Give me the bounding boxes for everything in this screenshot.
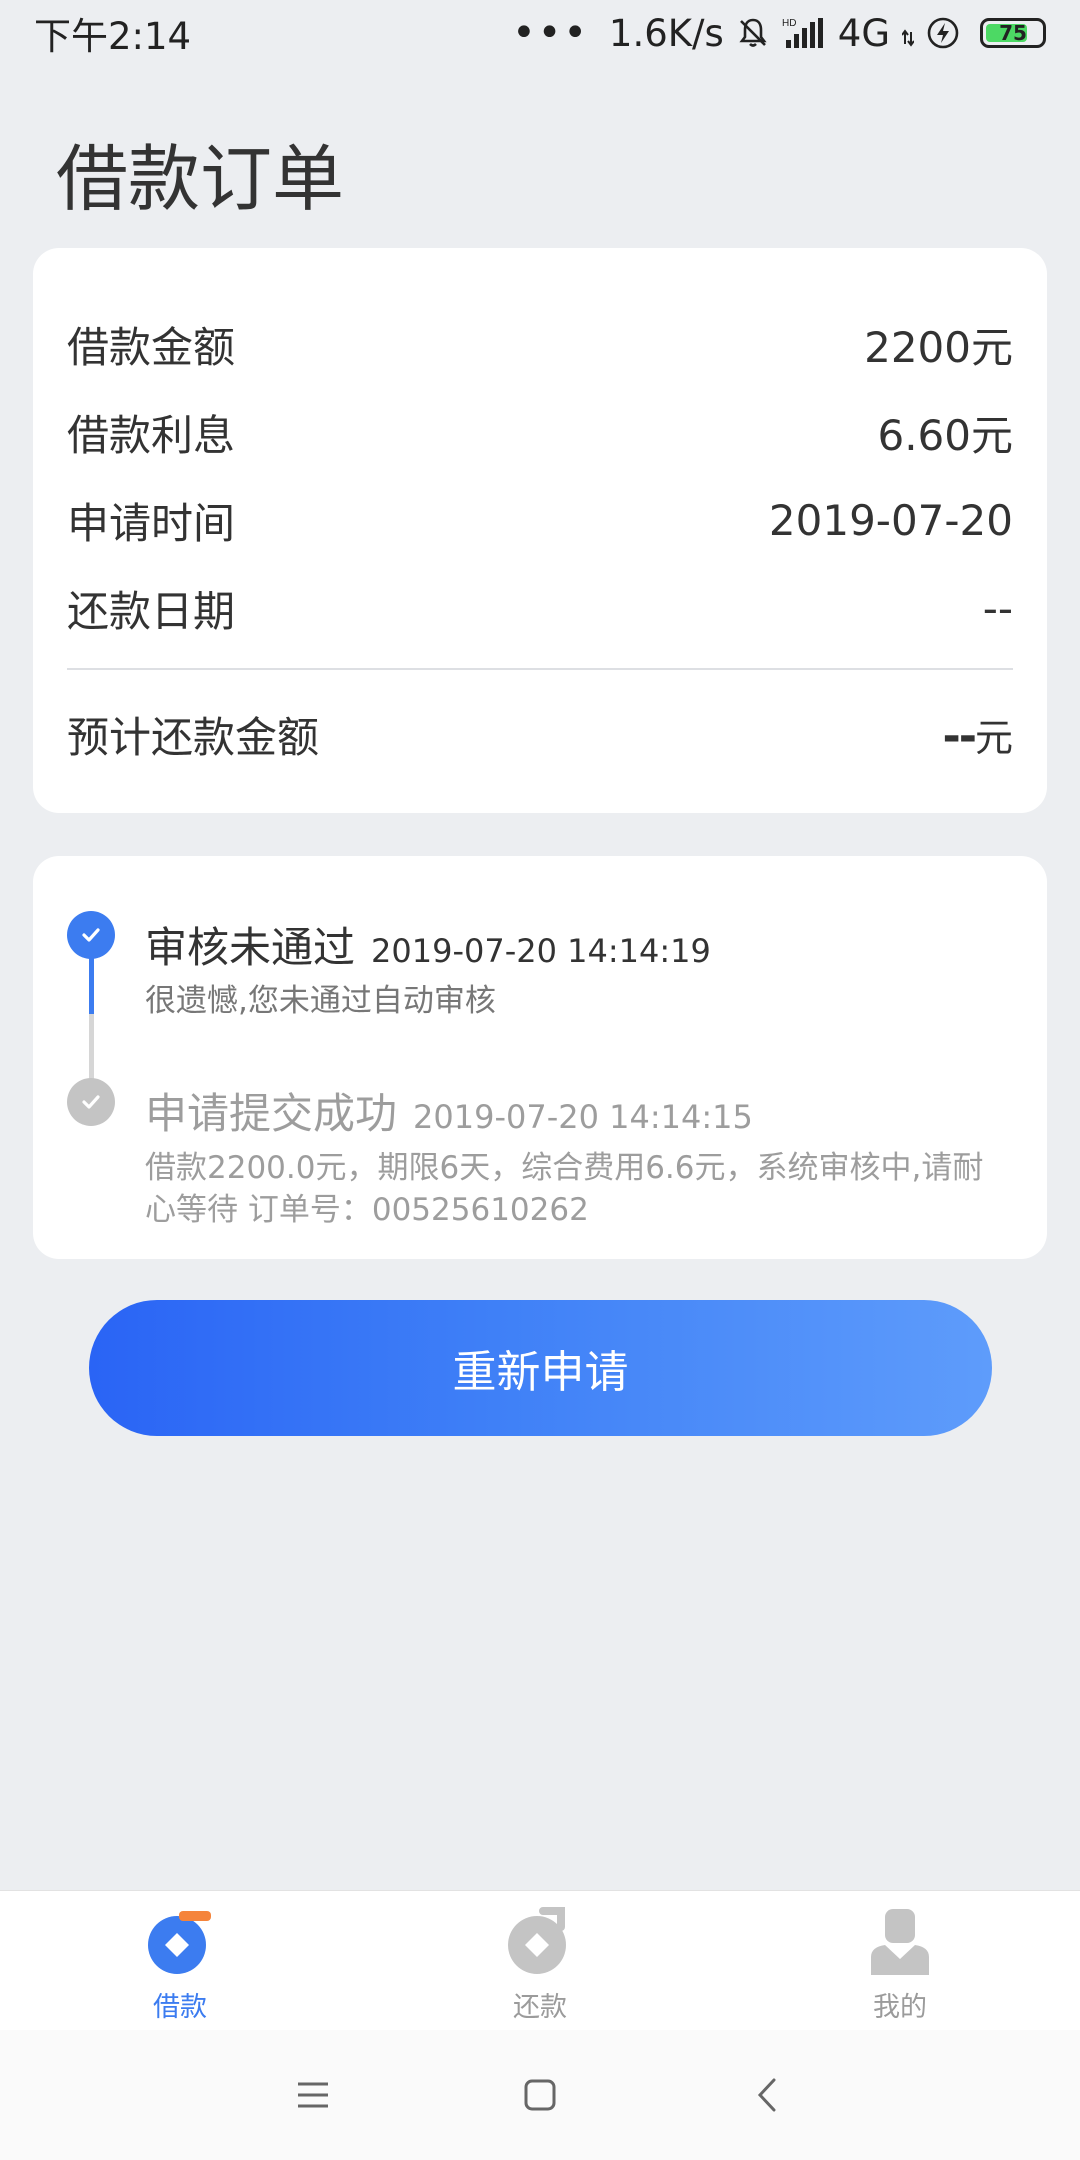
repay-date-label: 还款日期: [67, 586, 236, 636]
timeline-status-desc: 很遗憾,您未通过自动审核: [145, 983, 496, 1019]
hd-signal-icon: HD: [782, 16, 826, 50]
timeline-check-icon-active: [67, 911, 115, 959]
timeline-line-inactive: [89, 1014, 94, 1080]
nav-label-profile: 我的: [873, 1992, 927, 2023]
back-button[interactable]: [727, 2055, 807, 2135]
timeline-status-title: 审核未通过: [145, 923, 356, 972]
expected-repay-label: 预计还款金额: [67, 712, 320, 762]
nav-tab-loan[interactable]: 借款: [0, 1891, 360, 2030]
timeline-item-submitted-header: 申请提交成功 2019-07-20 14:14:15: [145, 1080, 753, 1141]
interest-label: 借款利息: [67, 410, 236, 460]
more-notifications-icon: •••: [512, 10, 589, 56]
battery-icon: 75: [980, 18, 1046, 48]
status-time: 下午2:14: [34, 15, 192, 58]
nav-tab-repay[interactable]: 还款: [360, 1891, 720, 2030]
home-button[interactable]: [500, 2055, 580, 2135]
bottom-nav: 借款 还款 我的: [0, 1890, 1080, 2030]
order-timeline-card: 审核未通过 2019-07-20 14:14:19 很遗憾,您未通过自动审核 申…: [33, 856, 1047, 1259]
mute-bell-icon: [736, 16, 770, 50]
timeline-status-time: 2019-07-20 14:14:19: [371, 932, 711, 970]
timeline-item-rejected-header: 审核未通过 2019-07-20 14:14:19: [145, 914, 711, 975]
apply-time-row: 申请时间 2019-07-20: [67, 490, 1013, 550]
loan-icon: [148, 1911, 211, 1974]
timeline-submitted-time: 2019-07-20 14:14:15: [413, 1098, 753, 1136]
svg-text:HD: HD: [782, 18, 796, 29]
interest-value: 6.60元: [877, 410, 1013, 460]
loan-amount-label: 借款金额: [67, 322, 236, 372]
status-bar: 下午2:14 ••• 1.6K/s HD 4G 75: [0, 0, 1080, 66]
network-type: 4G: [837, 11, 890, 55]
charging-icon: [926, 16, 960, 50]
timeline-submitted-desc: 借款2200.0元，期限6天，综合费用6.6元，系统审核中,请耐心等待 订单号：…: [145, 1150, 984, 1228]
expected-repay-value-group: --元: [942, 707, 1013, 762]
menu-button[interactable]: [273, 2055, 353, 2135]
expected-repay-value: --: [942, 710, 977, 762]
loan-amount-row: 借款金额 2200元: [67, 314, 1013, 374]
expected-repay-unit: 元: [974, 715, 1013, 760]
back-icon: [757, 2078, 776, 2112]
data-arrows-icon: [902, 18, 914, 48]
expected-repay-row: 预计还款金额 --元: [67, 704, 1013, 764]
timeline-line-active: [89, 956, 94, 1014]
status-icons: ••• 1.6K/s HD 4G 75: [512, 10, 1046, 56]
page-title: 借款订单: [56, 137, 345, 221]
timeline-submitted-title: 申请提交成功: [145, 1089, 398, 1138]
battery-level: 75: [999, 21, 1027, 45]
timeline-check-icon-done: [67, 1078, 115, 1126]
loan-order-page: 下午2:14 ••• 1.6K/s HD 4G 75 借款订单 借款金额 220…: [0, 0, 1080, 2160]
network-speed: 1.6K/s: [608, 11, 724, 55]
nav-tab-profile[interactable]: 我的: [720, 1891, 1080, 2030]
interest-row: 借款利息 6.60元: [67, 402, 1013, 462]
apply-time-value: 2019-07-20: [768, 495, 1013, 545]
reapply-button[interactable]: 重新申请: [89, 1300, 992, 1436]
nav-label-loan: 借款: [153, 1992, 207, 2023]
menu-icon: [298, 2082, 329, 2108]
repay-date-value: --: [982, 583, 1013, 633]
system-nav-bar: [0, 2030, 1080, 2160]
repay-date-row: 还款日期 --: [67, 578, 1013, 638]
loan-amount-value: 2200元: [864, 322, 1013, 372]
profile-icon: [871, 1909, 929, 1975]
nav-label-repay: 还款: [513, 1992, 567, 2023]
loan-summary-card: 借款金额 2200元 借款利息 6.60元 申请时间 2019-07-20 还款…: [33, 248, 1047, 813]
summary-divider: [67, 668, 1013, 670]
apply-time-label: 申请时间: [67, 498, 236, 548]
home-icon: [524, 2079, 556, 2111]
repay-icon: [508, 1907, 566, 1974]
